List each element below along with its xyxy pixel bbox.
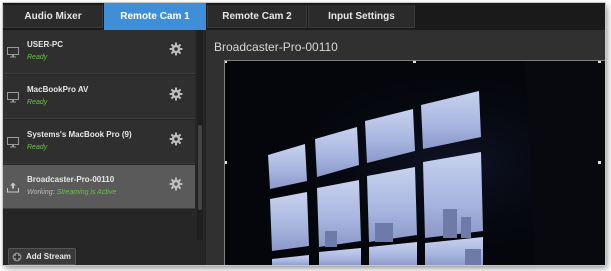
- gear-icon[interactable]: [169, 87, 183, 101]
- stream-item-user-pc[interactable]: USER-PC Ready: [3, 30, 195, 74]
- resize-handle[interactable]: [598, 61, 601, 63]
- gear-icon[interactable]: [169, 177, 183, 191]
- preview-panel: Broadcaster-Pro-00110: [206, 30, 605, 265]
- stream-status-label: Working:: [27, 189, 55, 196]
- stream-status: Ready: [27, 99, 48, 106]
- app-window: Audio Mixer Remote Cam 1 Remote Cam 2 In…: [3, 3, 605, 265]
- stream-name: Systems's MacBook Pro (9): [27, 130, 132, 139]
- monitor-icon: [7, 47, 19, 58]
- resize-handle[interactable]: [413, 61, 416, 63]
- tab-audio-mixer[interactable]: Audio Mixer: [3, 5, 103, 28]
- resize-handle[interactable]: [598, 161, 601, 164]
- stream-item-broadcaster-pro[interactable]: Broadcaster-Pro-00110 Working: Streaming…: [3, 165, 195, 209]
- stream-item-systems-macbook-pro[interactable]: Systems's MacBook Pro (9) Ready: [3, 120, 195, 164]
- stream-status: Ready: [27, 54, 48, 61]
- upload-icon: [7, 182, 19, 193]
- stream-status: Ready: [27, 144, 48, 151]
- monitor-icon: [7, 137, 19, 148]
- gear-icon[interactable]: [169, 132, 183, 146]
- stream-list: USER-PC Ready MacBookPro AV Ready System…: [3, 30, 205, 265]
- tab-bar: Audio Mixer Remote Cam 1 Remote Cam 2 In…: [3, 3, 605, 30]
- camera-frame-image: [225, 61, 605, 265]
- stream-status: Working: Streaming is Active: [27, 189, 116, 196]
- stream-name: Broadcaster-Pro-00110: [27, 175, 115, 184]
- scrollbar-thumb[interactable]: [198, 125, 202, 210]
- plus-icon: [12, 252, 22, 262]
- stream-status-value: Streaming is Active: [56, 189, 117, 196]
- add-stream-button[interactable]: Add Stream: [8, 248, 76, 265]
- gear-icon[interactable]: [169, 42, 183, 56]
- stream-item-macbookpro-av[interactable]: MacBookPro AV Ready: [3, 75, 195, 119]
- stream-name: USER-PC: [27, 40, 64, 49]
- preview-title: Broadcaster-Pro-00110: [214, 40, 338, 54]
- tab-remote-cam-2[interactable]: Remote Cam 2: [207, 5, 307, 28]
- tab-remote-cam-1[interactable]: Remote Cam 1: [104, 3, 206, 30]
- monitor-icon: [7, 92, 19, 103]
- resize-handle[interactable]: [225, 161, 227, 164]
- stream-name: MacBookPro AV: [27, 85, 89, 94]
- resize-handle[interactable]: [225, 61, 227, 63]
- camera-preview[interactable]: [224, 60, 605, 265]
- add-stream-label: Add Stream: [26, 252, 71, 261]
- tab-input-settings[interactable]: Input Settings: [308, 5, 415, 28]
